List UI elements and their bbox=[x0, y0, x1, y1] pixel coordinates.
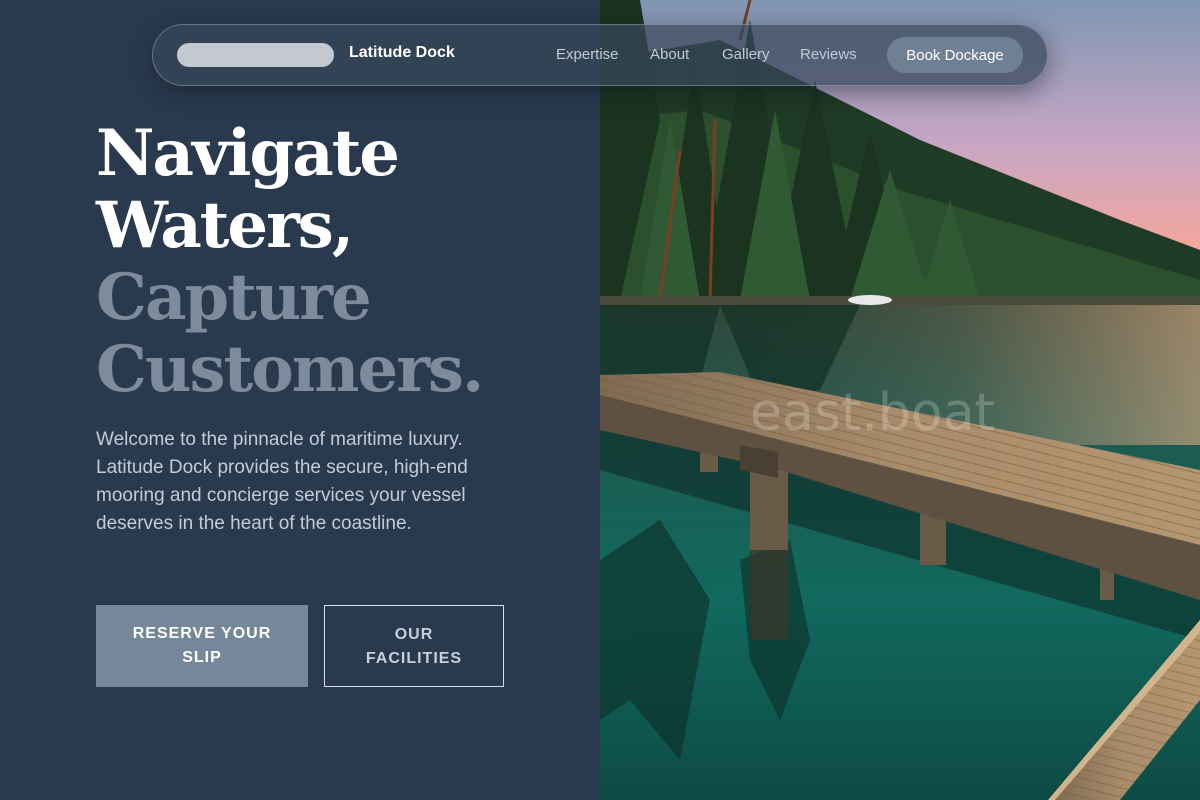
hero-title-line-1: Navigate bbox=[96, 116, 400, 191]
book-dockage-button[interactable]: Book Dockage bbox=[887, 37, 1023, 73]
hero-title-line-4: Customers. bbox=[96, 332, 484, 407]
nav-link-reviews[interactable]: Reviews bbox=[800, 46, 857, 63]
hero-image-dock-lake: east.boat bbox=[600, 0, 1200, 800]
brand-name[interactable]: Latitude Dock bbox=[349, 44, 455, 62]
hero-title: Navigate Waters, Capture Customers. bbox=[96, 116, 484, 407]
hero-panel: Navigate Waters, Capture Customers. Welc… bbox=[0, 0, 600, 800]
reserve-slip-button[interactable]: RESERVE YOUR SLIP bbox=[96, 605, 308, 687]
nav-link-about[interactable]: About bbox=[650, 46, 689, 63]
logo-placeholder[interactable] bbox=[177, 43, 334, 67]
image-watermark: east.boat bbox=[750, 383, 995, 443]
hero-title-line-2: Waters, bbox=[96, 188, 354, 263]
nav-link-expertise[interactable]: Expertise bbox=[556, 46, 619, 63]
nav-link-gallery[interactable]: Gallery bbox=[722, 46, 770, 63]
hero-title-line-3: Capture bbox=[96, 260, 372, 335]
top-navigation: Latitude Dock Expertise About Gallery Re… bbox=[152, 24, 1048, 86]
hero-description: Welcome to the pinnacle of maritime luxu… bbox=[96, 429, 468, 534]
our-facilities-button[interactable]: OUR FACILITIES bbox=[324, 605, 504, 687]
